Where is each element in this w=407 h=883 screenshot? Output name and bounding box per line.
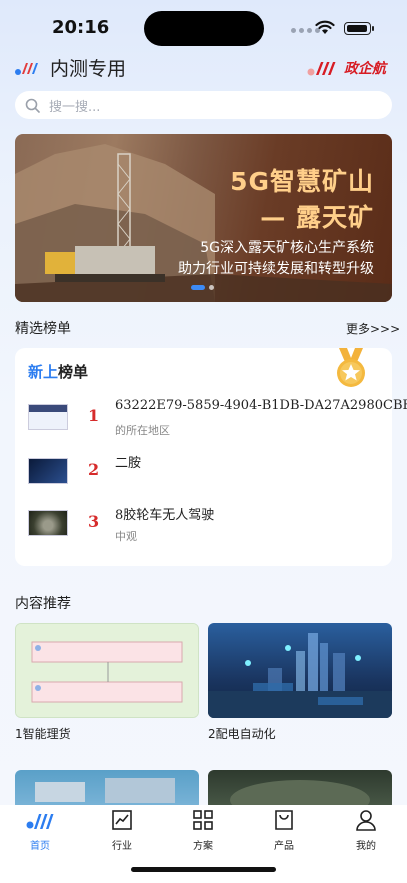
tab-solution-label: 方案 <box>193 841 213 852</box>
ranking-item-subtitle: 的所在地区 <box>115 424 170 437</box>
chart-icon <box>112 810 132 830</box>
ranking-item-thumbnail <box>28 510 68 536</box>
content-card-image <box>16 624 198 717</box>
carousel-indicator[interactable] <box>191 285 214 290</box>
ranking-item-subtitle: 中观 <box>115 530 137 543</box>
tab-product-label: 产品 <box>274 841 294 852</box>
banner-title-line2: — 露天矿 <box>260 203 374 232</box>
app-logo-icon <box>15 63 38 75</box>
ranking-item-1[interactable]: 1 63222E79-5859-4904-B1DB-DA27A2980CBE 的… <box>28 398 407 440</box>
content-card-1-label[interactable]: 1智能理货 <box>15 725 71 742</box>
content-card-1[interactable] <box>15 623 199 718</box>
ranking-heading: 新上榜单 <box>28 361 88 382</box>
content-card-image <box>208 633 392 718</box>
banner-subtitle-line2: 助力行业可持续发展和转型升级 <box>178 261 374 277</box>
banner-carousel[interactable]: 5G智慧矿山 — 露天矿 5G深入露天矿核心生产系统 助力行业可持续发展和转型升… <box>15 134 392 302</box>
app-header: 内测专用 政企航 <box>0 52 407 84</box>
battery-icon <box>344 22 374 35</box>
ranking-item-name: 二胺 <box>115 456 142 471</box>
banner-subtitle-line1: 5G深入露天矿核心生产系统 <box>200 240 374 256</box>
ranking-item-number: 2 <box>88 460 100 479</box>
content-card-2-label[interactable]: 2配电自动化 <box>208 725 276 742</box>
ranking-item-2[interactable]: 2 二胺 <box>28 454 378 494</box>
content-card-2[interactable] <box>208 623 392 718</box>
carousel-dot-active[interactable] <box>191 285 205 290</box>
tab-industry[interactable]: 行业 <box>92 809 152 855</box>
ranking-item-thumbnail <box>28 458 68 484</box>
tab-solution[interactable]: 方案 <box>173 809 233 855</box>
grid-icon <box>193 810 213 830</box>
recommend-section-title: 内容推荐 <box>15 596 71 612</box>
user-icon <box>356 810 376 831</box>
dynamic-island <box>144 11 264 46</box>
ranking-heading-rest: 榜单 <box>58 363 89 381</box>
ranking-item-number: 1 <box>88 406 100 425</box>
content-card-4[interactable] <box>208 770 392 810</box>
ranking-section-title: 精选榜单 <box>15 321 71 337</box>
tab-product[interactable]: 产品 <box>254 809 314 855</box>
brand-name: 政企航 <box>344 61 386 77</box>
ranking-card: 新上榜单 1 63222E79-5859-4904-B1DB-DA27A2980… <box>15 348 407 566</box>
content-card-image <box>35 778 175 803</box>
tab-mine[interactable]: 我的 <box>336 809 396 855</box>
ranking-item-3[interactable]: 3 8胶轮车无人驾驶 中观 <box>28 506 378 546</box>
content-card-image <box>230 780 370 810</box>
tab-home-label: 首页 <box>30 841 50 852</box>
status-time: 20:16 <box>52 17 110 38</box>
home-logo-icon <box>26 814 54 829</box>
tab-mine-label: 我的 <box>356 841 376 852</box>
brand-logo: 政企航 <box>306 58 386 78</box>
status-bar: 20:16 <box>0 0 407 54</box>
carousel-dot[interactable] <box>209 285 214 290</box>
banner-title-line1: 5G智慧矿山 <box>230 167 374 196</box>
ranking-item-thumbnail <box>28 404 68 430</box>
content-card-3[interactable] <box>15 770 199 810</box>
tab-industry-label: 行业 <box>112 841 132 852</box>
wifi-icon <box>315 20 335 34</box>
tab-home[interactable]: 首页 <box>10 809 70 855</box>
search-placeholder: 搜一搜... <box>49 99 101 115</box>
brand-mark-icon <box>307 62 336 76</box>
search-icon <box>25 98 40 113</box>
ranking-heading-highlight: 新上 <box>28 363 59 381</box>
app-title: 内测专用 <box>50 58 127 80</box>
ranking-item-name: 63222E79-5859-4904-B1DB-DA27A2980CBE <box>115 398 407 413</box>
medal-icon <box>337 348 365 387</box>
ranking-item-name: 8胶轮车无人驾驶 <box>115 508 215 523</box>
search-input[interactable]: 搜一搜... <box>15 91 392 119</box>
home-indicator <box>131 867 276 872</box>
more-link[interactable]: 更多>>> <box>346 320 400 337</box>
ranking-item-number: 3 <box>88 512 100 531</box>
bag-icon <box>275 810 293 830</box>
